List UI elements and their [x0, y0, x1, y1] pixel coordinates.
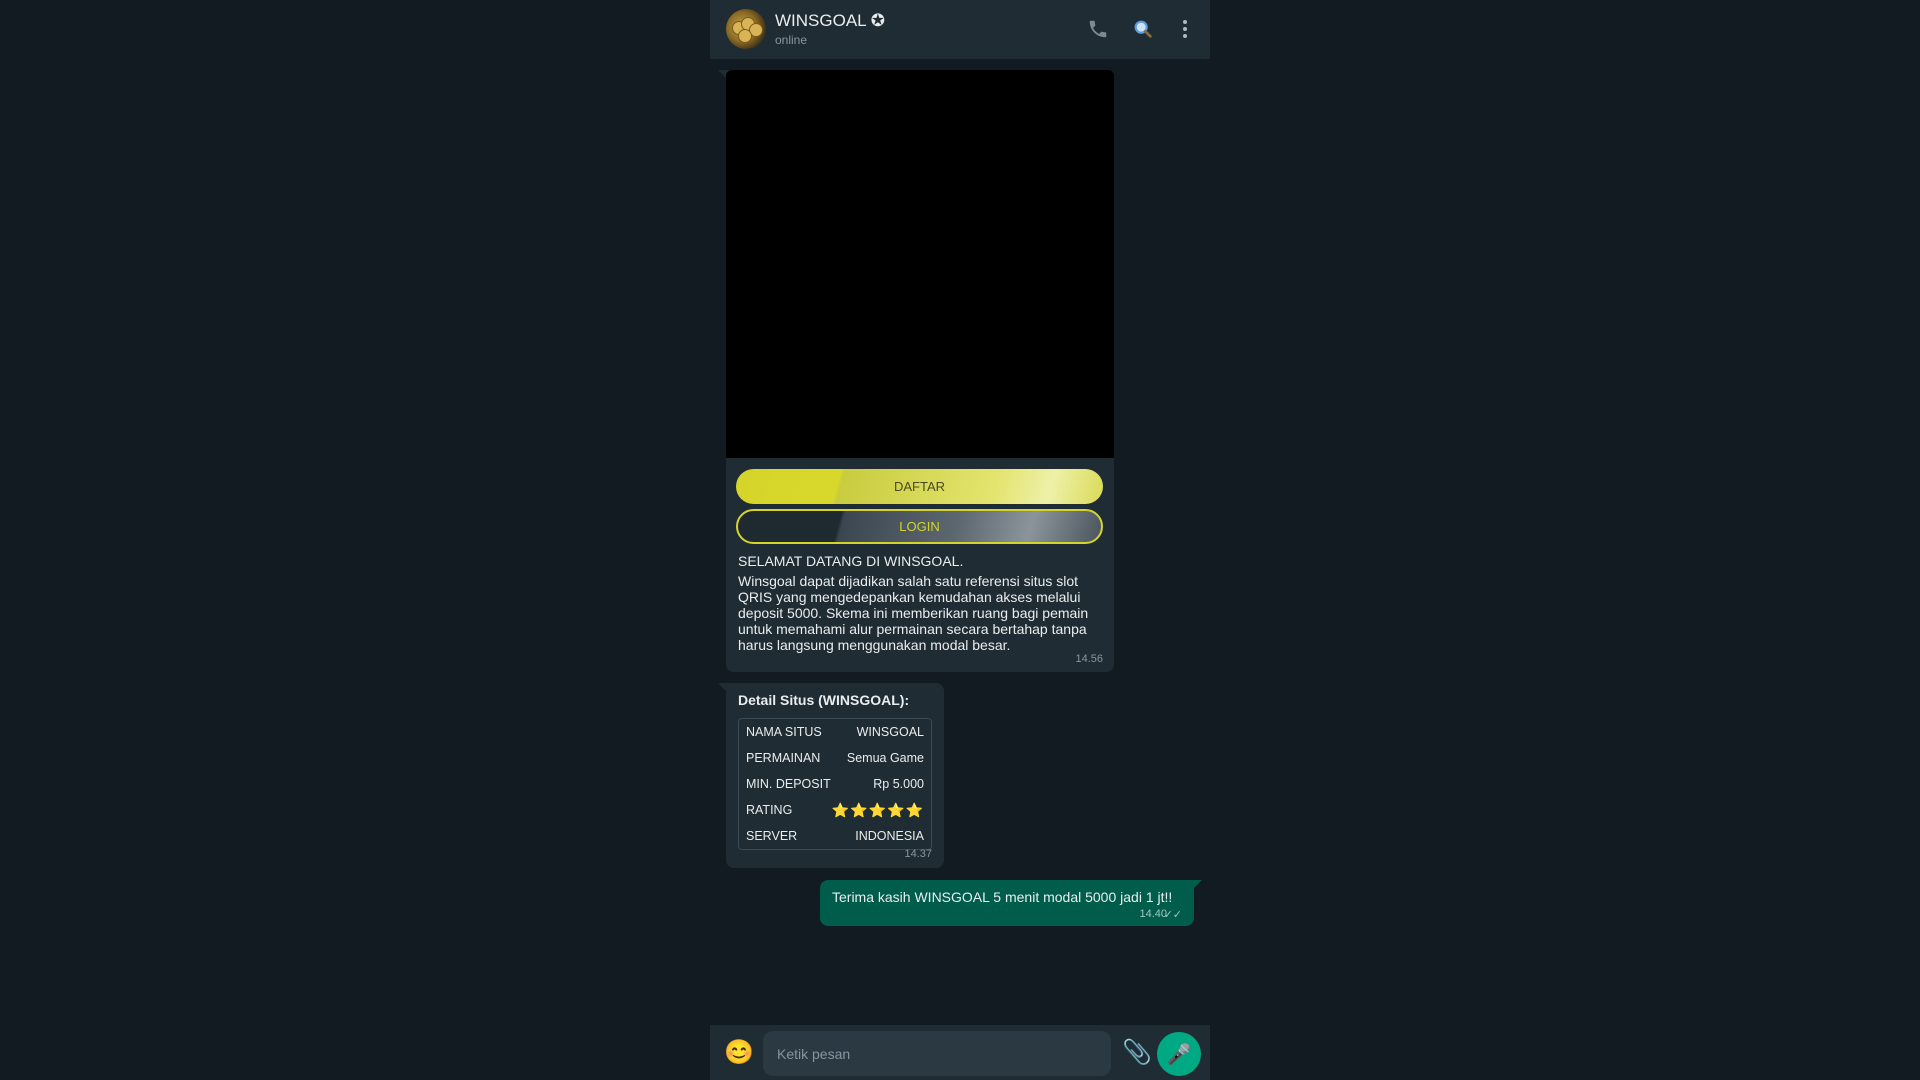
table-row: RATING ⭐⭐⭐⭐⭐ [739, 797, 931, 823]
emoji-icon[interactable]: 😊 [724, 1039, 754, 1067]
chat-header: WINSGOAL ✪ online [710, 0, 1210, 59]
details-message: Detail Situs (WINSGOAL): NAMA SITUS WINS… [718, 683, 944, 868]
contact-status: online [775, 33, 808, 47]
details-title: Detail Situs (WINSGOAL): [738, 692, 910, 708]
row-label: SERVER [746, 829, 798, 843]
more-vertical-icon[interactable] [1172, 16, 1198, 42]
search-icon[interactable] [1130, 16, 1156, 42]
register-button[interactable]: DAFTAR [736, 469, 1103, 504]
outgoing-message: Terima kasih WINSGOAL 5 menit modal 5000… [820, 880, 1202, 926]
table-row: SERVER INDONESIA [739, 823, 931, 849]
welcome-text: Winsgoal dapat dijadikan salah satu refe… [738, 573, 1089, 653]
welcome-heading: SELAMAT DATANG DI WINSGOAL. [738, 553, 964, 569]
table-row: MIN. DEPOSIT Rp 5.000 [739, 771, 931, 797]
paperclip-icon[interactable]: 📎 [1122, 1038, 1152, 1067]
row-label: NAMA SITUS [746, 725, 822, 739]
message-time: 14.56 [1075, 653, 1103, 665]
read-receipt-icon: ✓✓ [1163, 909, 1182, 921]
login-button[interactable]: LOGIN [736, 509, 1103, 544]
contact-name: WINSGOAL ✪ [775, 11, 885, 30]
chat-window: WINSGOAL ✪ online DAFTAR LOGIN SELAMAT D… [710, 0, 1210, 1080]
message-input[interactable] [763, 1031, 1111, 1076]
promo-message: DAFTAR LOGIN SELAMAT DATANG DI WINSGOAL.… [718, 70, 1114, 672]
table-row: PERMAINAN Semua Game [739, 745, 931, 771]
row-value: WINSGOAL [856, 725, 924, 739]
row-label: PERMAINAN [746, 751, 821, 765]
phone-icon[interactable] [1085, 16, 1111, 42]
row-value: Semua Game [846, 751, 924, 765]
composer: 😊 📎 🎤 [710, 1025, 1210, 1080]
row-label: MIN. DEPOSIT [746, 777, 831, 791]
contact-info[interactable]: WINSGOAL ✪ online [775, 10, 885, 47]
row-label: RATING [746, 803, 793, 817]
table-row: NAMA SITUS WINSGOAL [739, 719, 931, 745]
row-value: Rp 5.000 [873, 777, 924, 791]
avatar[interactable] [726, 9, 766, 49]
microphone-icon[interactable]: 🎤 [1157, 1032, 1201, 1076]
row-value: INDONESIA [855, 829, 924, 843]
rating-stars: ⭐⭐⭐⭐⭐ [831, 801, 924, 818]
message-time: 14.37 [904, 848, 932, 860]
video-player[interactable] [726, 70, 1114, 458]
details-table: NAMA SITUS WINSGOAL PERMAINAN Semua Game… [738, 718, 932, 850]
message-list[interactable]: DAFTAR LOGIN SELAMAT DATANG DI WINSGOAL.… [710, 59, 1210, 1025]
message-text: Terima kasih WINSGOAL 5 menit modal 5000… [832, 889, 1173, 905]
